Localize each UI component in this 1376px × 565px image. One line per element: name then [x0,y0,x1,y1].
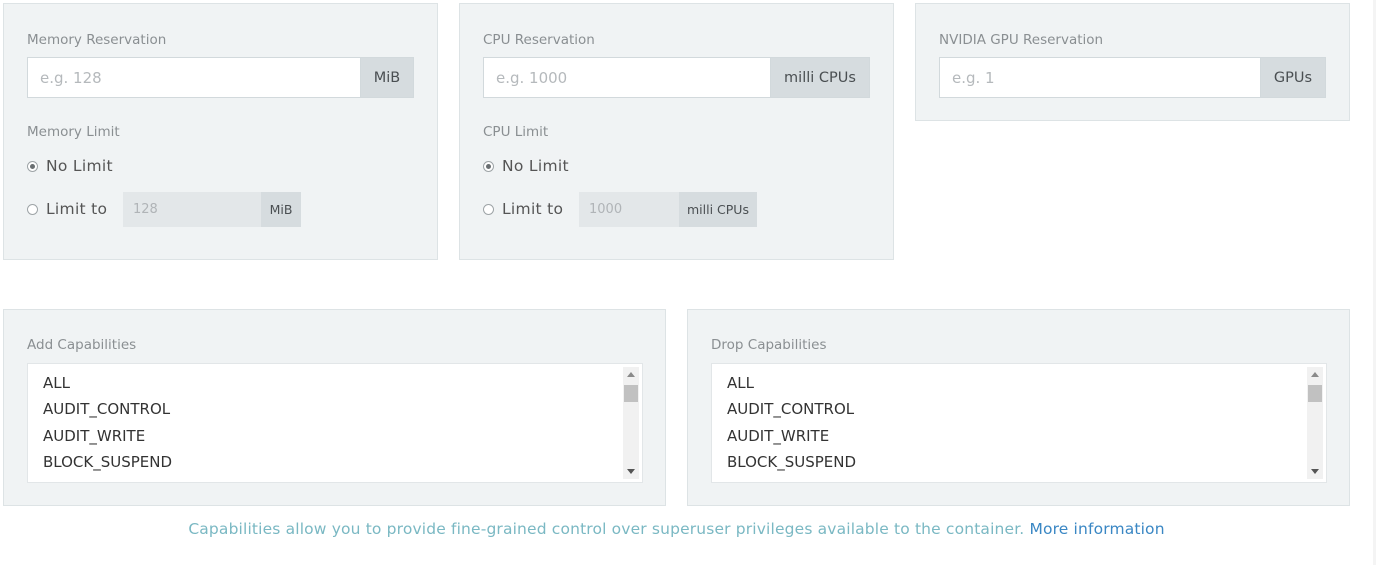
list-item[interactable]: AUDIT_CONTROL [28,396,642,422]
cpu-limit-to-option[interactable]: Limit to [483,200,563,218]
list-item[interactable]: AUDIT_CONTROL [712,396,1326,422]
cpu-reservation-input[interactable] [483,57,770,98]
list-item[interactable]: ALL [28,370,642,396]
memory-panel: Memory Reservation MiB Memory Limit No L… [3,3,438,260]
scrollbar-thumb[interactable] [1308,385,1322,402]
list-item[interactable]: ALL [712,370,1326,396]
cpu-no-limit-radio[interactable] [483,160,494,172]
memory-limit-to-text: Limit to [46,200,108,218]
add-capabilities-label: Add Capabilities [27,337,137,353]
memory-limit-to-group: MiB [123,192,301,227]
cpu-reservation-label: CPU Reservation [483,32,595,48]
list-item[interactable]: AUDIT_WRITE [28,423,642,449]
scroll-down-arrow-icon[interactable] [627,469,635,474]
gpu-panel: NVIDIA GPU Reservation GPUs [915,3,1350,121]
drop-capabilities-label: Drop Capabilities [711,337,827,353]
cpu-reservation-group: milli CPUs [483,57,870,98]
drop-capabilities-panel: Drop Capabilities ALL AUDIT_CONTROL AUDI… [687,309,1350,506]
memory-no-limit-text: No Limit [46,157,113,175]
more-information-link[interactable]: More information [1029,520,1164,538]
cpu-limit-to-radio[interactable] [483,203,494,215]
add-capabilities-panel: Add Capabilities ALL AUDIT_CONTROL AUDIT… [3,309,666,506]
cpu-no-limit-option[interactable]: No Limit [483,157,569,175]
memory-no-limit-option[interactable]: No Limit [27,157,113,175]
cpu-limit-to-unit: milli CPUs [679,192,757,227]
list-item[interactable]: BLOCK_SUSPEND [28,449,642,475]
memory-reservation-unit: MiB [360,57,414,98]
memory-reservation-input[interactable] [27,57,360,98]
gpu-reservation-input[interactable] [939,57,1260,98]
gpu-reservation-label: NVIDIA GPU Reservation [939,32,1104,48]
cpu-reservation-unit: milli CPUs [770,57,870,98]
scrollbar-thumb[interactable] [624,385,638,402]
add-capabilities-scrollbar[interactable] [623,367,639,479]
cpu-limit-to-input [579,192,679,227]
drop-capabilities-list[interactable]: ALL AUDIT_CONTROL AUDIT_WRITE BLOCK_SUSP… [711,363,1327,483]
add-capabilities-list[interactable]: ALL AUDIT_CONTROL AUDIT_WRITE BLOCK_SUSP… [27,363,643,483]
cpu-limit-label: CPU Limit [483,124,549,140]
gpu-reservation-unit: GPUs [1260,57,1326,98]
scroll-down-arrow-icon[interactable] [1311,469,1319,474]
cpu-limit-to-group: milli CPUs [579,192,757,227]
scroll-up-arrow-icon[interactable] [1311,372,1319,377]
memory-limit-to-option[interactable]: Limit to [27,200,107,218]
memory-reservation-group: MiB [27,57,414,98]
cpu-no-limit-text: No Limit [502,157,569,175]
scroll-up-arrow-icon[interactable] [627,372,635,377]
list-item[interactable]: BLOCK_SUSPEND [712,449,1326,475]
capabilities-help-text: Capabilities allow you to provide fine-g… [188,520,1025,538]
capabilities-help: Capabilities allow you to provide fine-g… [0,520,1353,538]
cpu-panel: CPU Reservation milli CPUs CPU Limit No … [459,3,894,260]
memory-reservation-label: Memory Reservation [27,32,167,48]
memory-limit-label: Memory Limit [27,124,120,140]
cpu-limit-to-text: Limit to [502,200,564,218]
memory-no-limit-radio[interactable] [27,160,38,172]
memory-limit-to-radio[interactable] [27,203,38,215]
gpu-reservation-group: GPUs [939,57,1326,98]
list-item[interactable]: AUDIT_WRITE [712,423,1326,449]
memory-limit-to-input [123,192,261,227]
memory-limit-to-unit: MiB [261,192,301,227]
drop-capabilities-scrollbar[interactable] [1307,367,1323,479]
